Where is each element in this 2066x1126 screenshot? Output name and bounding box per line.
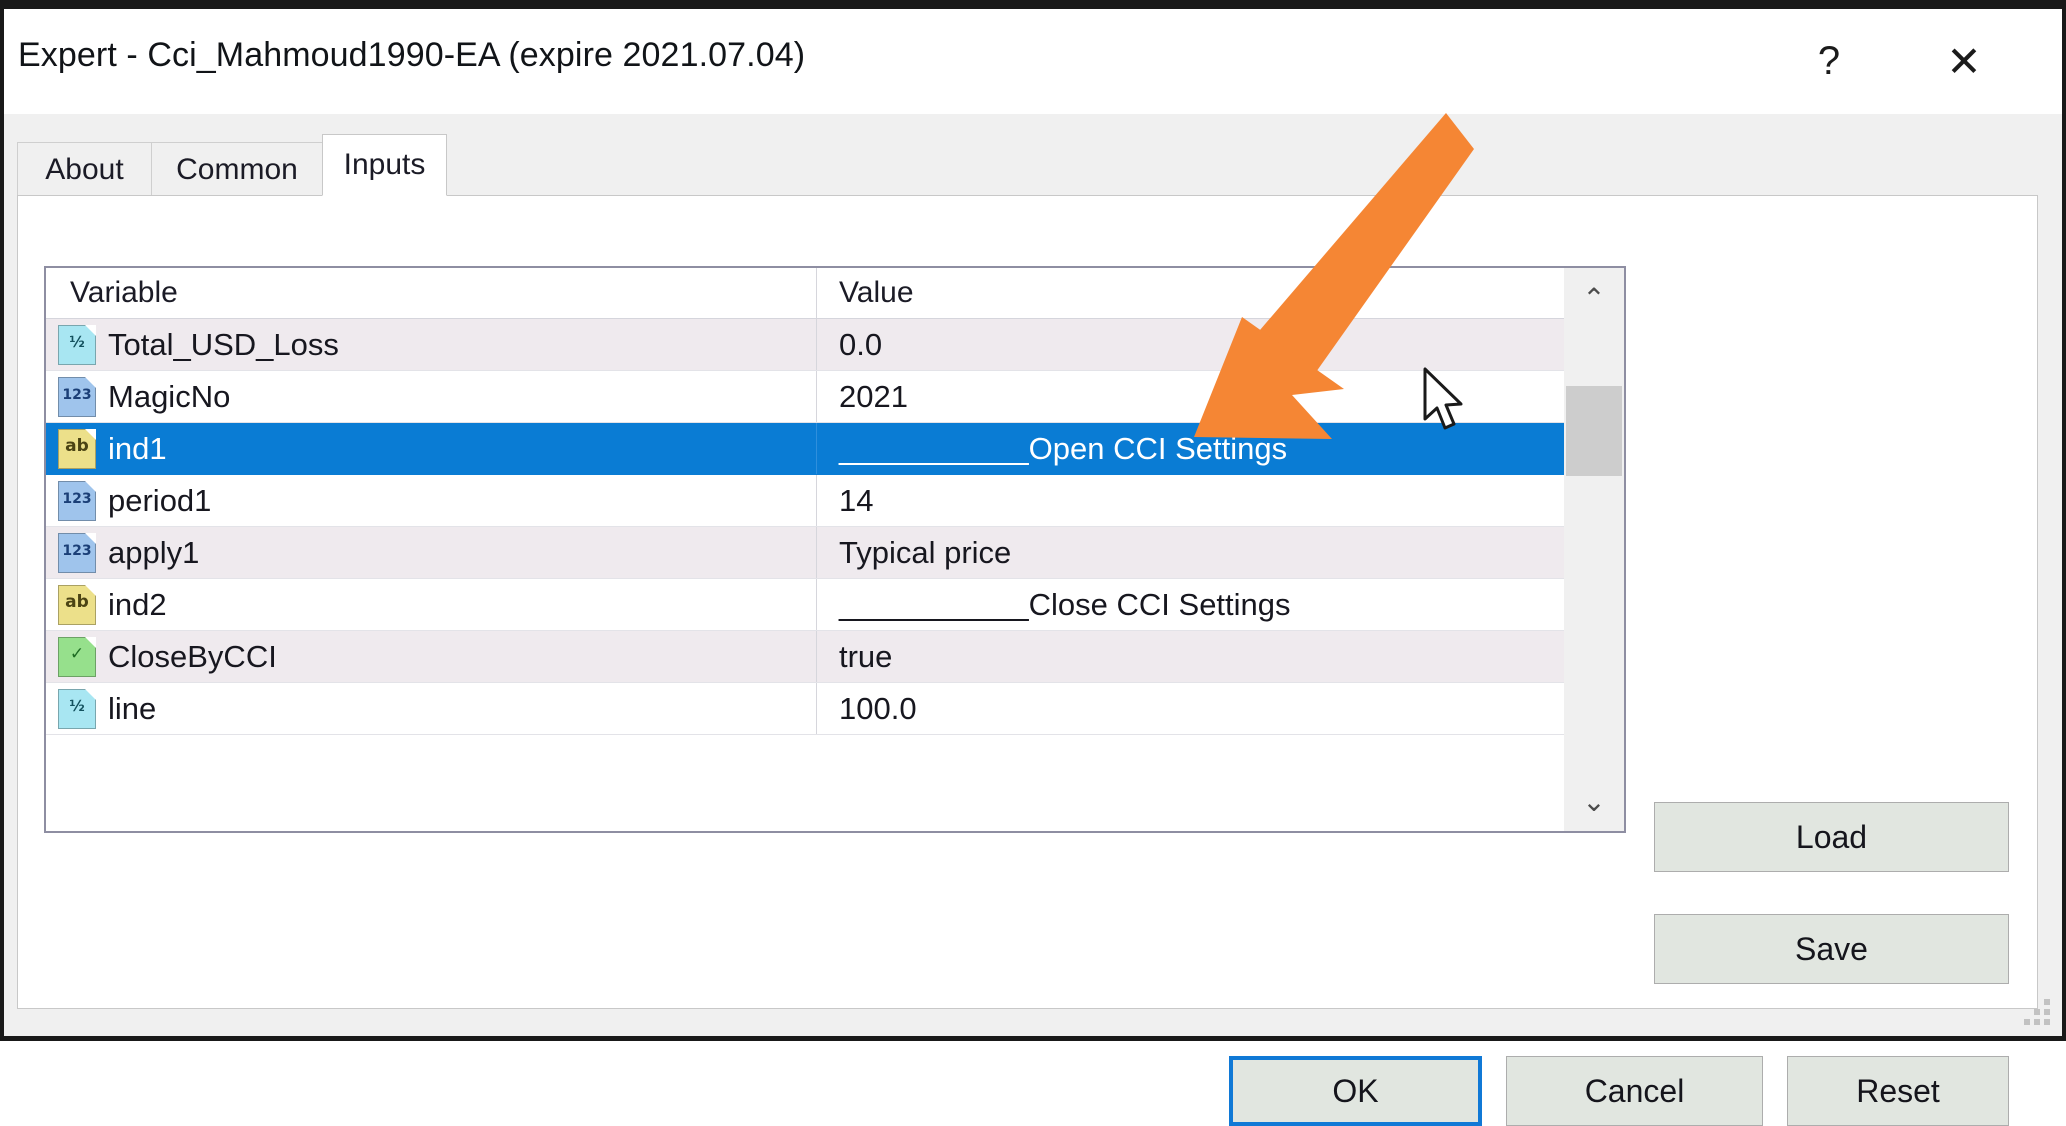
ok-button[interactable]: OK <box>1229 1056 1482 1126</box>
row-variable-name: period1 <box>108 483 211 519</box>
inputs-grid: Variable Value ½ Total_USD_Loss <box>44 266 1626 833</box>
close-icon[interactable]: ✕ <box>1914 9 2014 113</box>
string-type-icon: ab <box>58 585 96 625</box>
row-value-cell[interactable]: 14 <box>817 475 1564 526</box>
load-button[interactable]: Load <box>1654 802 2009 872</box>
row-variable-cell[interactable]: 123 MagicNo <box>46 371 817 422</box>
row-variable-name: line <box>108 691 156 727</box>
grid-vertical-scrollbar[interactable]: ⌃ ⌄ <box>1564 268 1624 831</box>
row-variable-name: ind2 <box>108 587 167 623</box>
double-type-icon: ½ <box>58 689 96 729</box>
help-icon[interactable]: ? <box>1779 9 1879 113</box>
table-row[interactable]: ½ line 100.0 <box>46 683 1564 735</box>
row-variable-name: Total_USD_Loss <box>108 327 339 363</box>
row-value: ___________Close CCI Settings <box>839 587 1291 623</box>
scrollbar-thumb[interactable] <box>1566 386 1622 476</box>
row-value-cell[interactable]: 0.0 <box>817 319 1564 370</box>
row-variable-name: MagicNo <box>108 379 230 415</box>
table-row[interactable]: ½ Total_USD_Loss 0.0 <box>46 319 1564 371</box>
row-value: ___________Open CCI Settings <box>839 431 1287 467</box>
bool-type-icon: ✓ <box>58 637 96 677</box>
row-variable-cell[interactable]: ab ind2 <box>46 579 817 630</box>
table-row[interactable]: 123 apply1 Typical price <box>46 527 1564 579</box>
tab-inputs[interactable]: Inputs <box>322 134 447 196</box>
save-button[interactable]: Save <box>1654 914 2009 984</box>
column-header-value-cell: Value <box>817 268 1564 318</box>
scroll-down-icon[interactable]: ⌄ <box>1564 771 1624 831</box>
resize-grip[interactable] <box>2024 999 2052 1027</box>
reset-button[interactable]: Reset <box>1787 1056 2009 1126</box>
grid-header-row: Variable Value <box>46 268 1564 319</box>
dialog-body: About Common Inputs Variable Value <box>4 114 2062 1036</box>
tab-about[interactable]: About <box>17 142 152 196</box>
table-row-selected[interactable]: ab ind1 ___________Open CCI Settings <box>46 423 1564 475</box>
int-type-icon: 123 <box>58 377 96 417</box>
row-variable-name: CloseByCCI <box>108 639 277 675</box>
inputs-grid-content: Variable Value ½ Total_USD_Loss <box>46 268 1564 831</box>
cancel-button[interactable]: Cancel <box>1506 1056 1763 1126</box>
row-value-cell[interactable]: true <box>817 631 1564 682</box>
row-variable-name: apply1 <box>108 535 199 571</box>
row-variable-cell[interactable]: 123 apply1 <box>46 527 817 578</box>
row-value: 100.0 <box>839 691 917 727</box>
column-header-variable: Variable <box>46 276 178 310</box>
double-type-icon: ½ <box>58 325 96 365</box>
row-value: 0.0 <box>839 327 882 363</box>
scroll-up-icon[interactable]: ⌃ <box>1564 268 1624 328</box>
row-variable-cell[interactable]: 123 period1 <box>46 475 817 526</box>
row-value: true <box>839 639 892 675</box>
table-row[interactable]: 123 period1 14 <box>46 475 1564 527</box>
row-variable-cell[interactable]: ✓ CloseByCCI <box>46 631 817 682</box>
int-type-icon: 123 <box>58 533 96 573</box>
string-type-icon: ab <box>58 429 96 469</box>
row-value: 14 <box>839 483 873 519</box>
expert-properties-dialog: Expert - Cci_Mahmoud1990-EA (expire 2021… <box>0 0 2066 1041</box>
row-variable-cell[interactable]: ½ Total_USD_Loss <box>46 319 817 370</box>
table-row[interactable]: ab ind2 ___________Close CCI Settings <box>46 579 1564 631</box>
window-title: Expert - Cci_Mahmoud1990-EA (expire 2021… <box>18 36 805 75</box>
row-value: 2021 <box>839 379 908 415</box>
row-value: Typical price <box>839 535 1011 571</box>
tab-common[interactable]: Common <box>151 142 323 196</box>
row-value-cell[interactable]: Typical price <box>817 527 1564 578</box>
table-row[interactable]: ✓ CloseByCCI true <box>46 631 1564 683</box>
table-row[interactable]: 123 MagicNo 2021 <box>46 371 1564 423</box>
title-bar: Expert - Cci_Mahmoud1990-EA (expire 2021… <box>4 9 2062 114</box>
row-value-cell[interactable]: ___________Close CCI Settings <box>817 579 1564 630</box>
column-header-value: Value <box>839 276 914 310</box>
row-variable-name: ind1 <box>108 431 167 467</box>
row-variable-cell[interactable]: ½ line <box>46 683 817 734</box>
row-value-cell[interactable]: 100.0 <box>817 683 1564 734</box>
column-header-variable-cell: Variable <box>46 268 817 318</box>
int-type-icon: 123 <box>58 481 96 521</box>
mouse-cursor-icon <box>1422 367 1468 437</box>
row-variable-cell[interactable]: ab ind1 <box>46 423 817 474</box>
